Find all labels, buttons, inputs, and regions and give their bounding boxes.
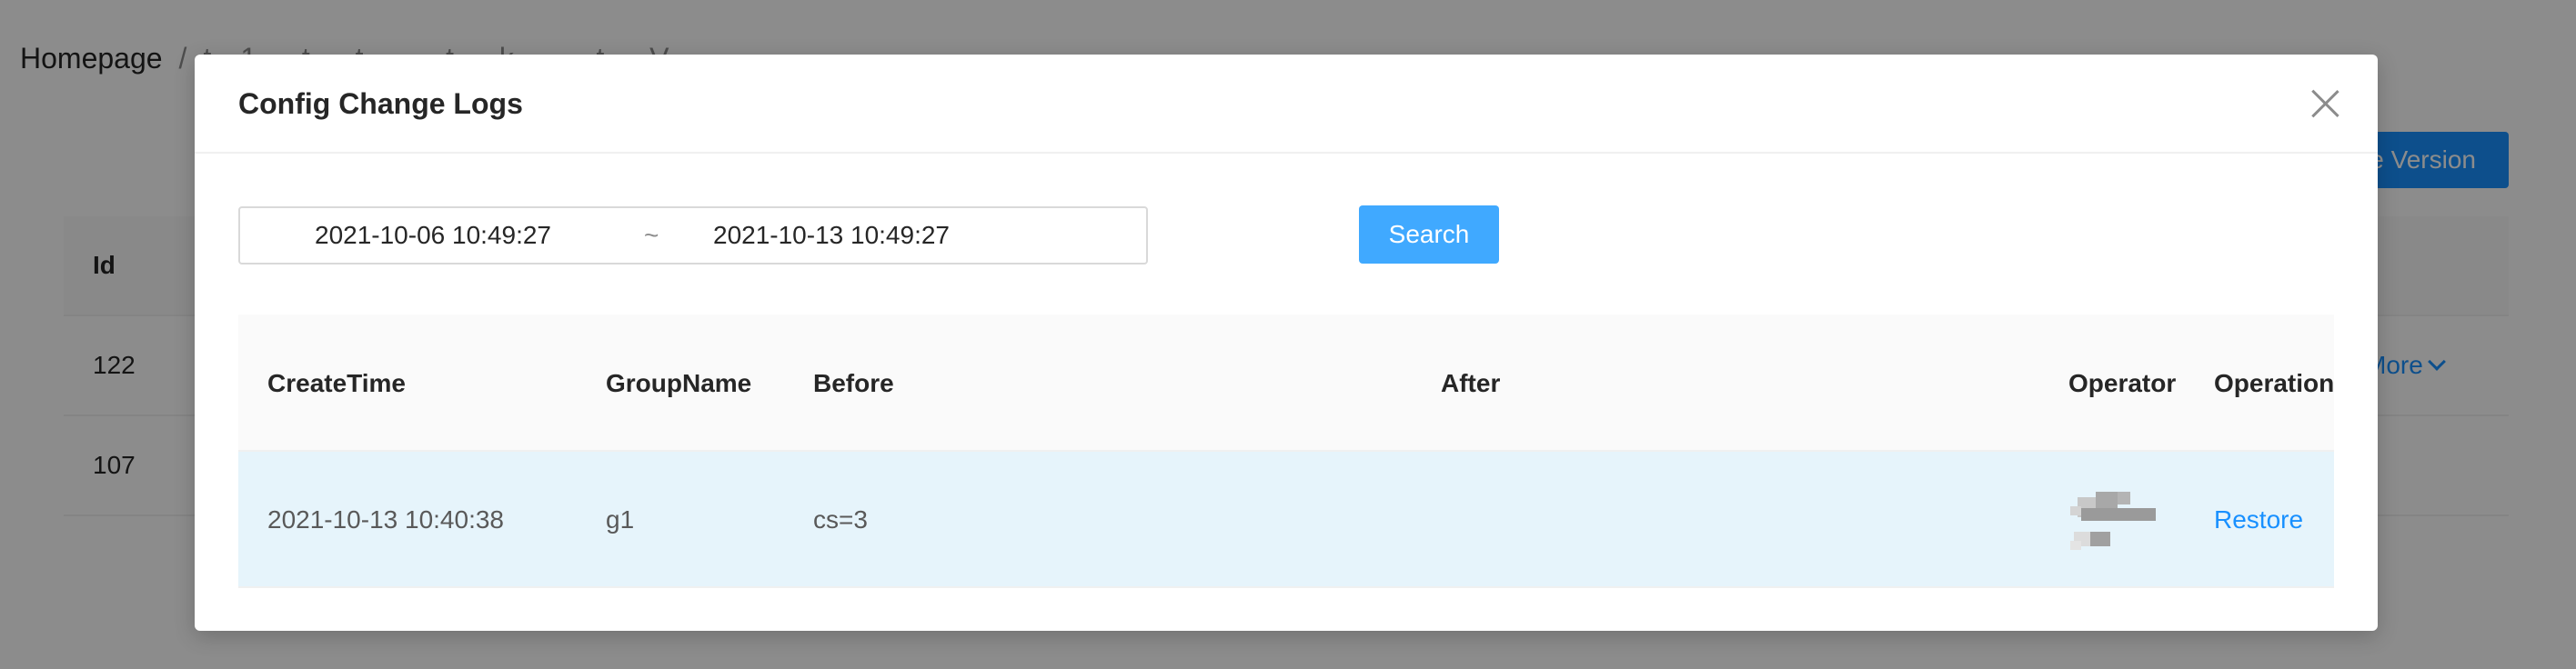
modal-title: Config Change Logs (238, 87, 523, 120)
cell-operation: Restore (2214, 452, 2314, 588)
column-header-after: After (1441, 368, 1501, 397)
column-header-groupname: GroupName (606, 368, 752, 397)
modal-header: Config Change Logs (195, 55, 2378, 154)
search-button[interactable]: Search (1359, 205, 1499, 264)
range-end-input[interactable]: 2021-10-13 10:49:27 (713, 221, 950, 250)
cell-operator (2068, 452, 2168, 588)
cell-before: cs=3 (813, 505, 868, 534)
change-log-table: CreateTime GroupName Before After Operat… (238, 315, 2334, 588)
range-separator: ~ (644, 221, 659, 249)
table-row: 2021-10-13 10:40:38 g1 cs=3 Restore (238, 452, 2334, 588)
cell-groupname: g1 (606, 505, 635, 534)
config-change-logs-modal: Config Change Logs 2021-10-06 10:49:27 ~… (195, 55, 2378, 631)
date-range-picker[interactable]: 2021-10-06 10:49:27 ~ 2021-10-13 10:49:2… (238, 206, 1148, 265)
column-header-operator: Operator (2068, 368, 2177, 397)
restore-link[interactable]: Restore (2214, 505, 2303, 534)
close-icon[interactable] (2310, 89, 2340, 118)
column-header-createtime: CreateTime (267, 368, 407, 397)
column-header-operation: Operation (2214, 368, 2335, 397)
change-log-table-header: CreateTime GroupName Before After Operat… (238, 315, 2334, 452)
column-header-before: Before (813, 368, 894, 397)
range-start-input[interactable]: 2021-10-06 10:49:27 (315, 221, 551, 250)
blurred-avatar-icon (2068, 488, 2156, 552)
cell-createtime: 2021-10-13 10:40:38 (267, 505, 504, 534)
